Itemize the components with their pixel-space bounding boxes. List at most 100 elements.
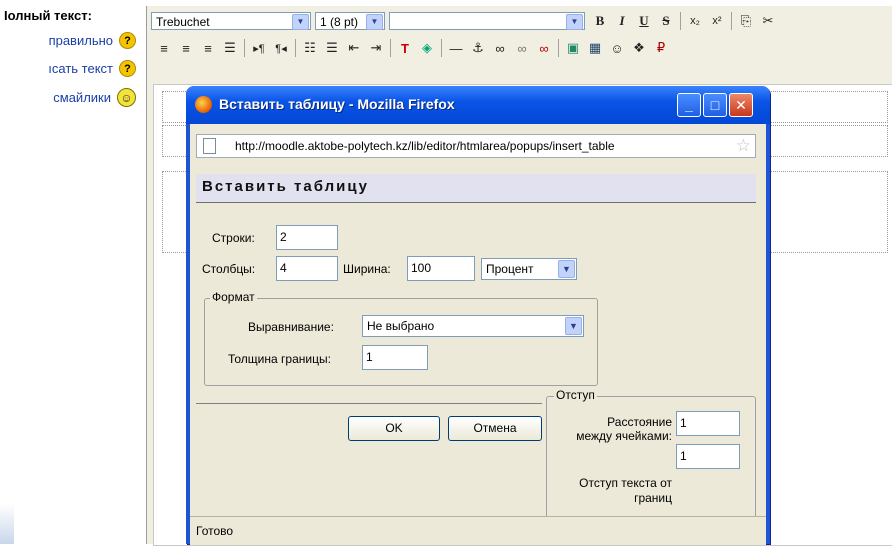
ok-button[interactable]: OK [348,416,440,441]
columns-input[interactable]: 4 [276,256,338,281]
align-right-icon[interactable]: ≡ [197,37,219,59]
close-button[interactable]: ✕ [729,93,753,117]
format-select[interactable]: ▼ [389,12,585,30]
toolbar-separator [680,12,681,30]
editor-toolbar-top: Trebuchet ▼ 1 (8 pt) ▼ ▼ B I U S x₂ x² ⎘… [147,8,892,34]
image-icon[interactable]: ▣ [562,37,584,59]
dialog-titlebar[interactable]: Вставить таблицу - Mozilla Firefox _ □ ✕ [186,86,770,124]
help-link-correct[interactable]: правильно ? [49,32,136,49]
page-shadow [0,504,14,544]
help-link-label[interactable]: смайлики [53,90,111,105]
paste-icon[interactable]: ₽ [650,37,672,59]
align-center-icon[interactable]: ≡ [175,37,197,59]
toolbar-separator [390,39,391,57]
help-link-smileys[interactable]: смайлики ☺ [53,88,136,107]
url-text[interactable]: http://moodle.aktobe-polytech.kz/lib/edi… [235,139,615,153]
chevron-down-icon[interactable]: ▼ [292,14,309,30]
border-input[interactable]: 1 [362,345,428,370]
outdent-icon[interactable]: ⇤ [343,37,365,59]
border-label: Толщина границы: [228,352,331,366]
help-panel-title: Iолный текст: [4,8,92,23]
justify-icon[interactable]: ☰ [219,37,241,59]
italic-icon[interactable]: I [611,10,633,32]
page-icon [203,138,216,154]
rtl-icon[interactable]: ¶◂ [270,37,292,59]
dialog-title: Вставить таблицу - Mozilla Firefox [219,96,455,112]
ltr-icon[interactable]: ▸¶ [248,37,270,59]
anchor-icon[interactable]: ⚓ [467,37,489,59]
cellspacing-label: Расстояние между ячейками: [576,415,672,443]
minimize-button[interactable]: _ [677,93,701,117]
columns-value: 4 [280,261,287,275]
maximize-button[interactable]: □ [703,93,727,117]
unlink-icon[interactable]: ∞ [511,37,533,59]
special-char-icon[interactable]: ❖ [628,37,650,59]
dialog-heading: Вставить таблицу [202,178,369,195]
toolbar-separator [731,12,732,30]
editor-toolbar-bottom: ≡ ≡ ≡ ☰ ▸¶ ¶◂ ☷ ☰ ⇤ ⇥ T ◈ — ⚓ ∞ ∞ ∞ ▣ ▦ … [147,35,892,61]
superscript-icon[interactable]: x² [706,10,728,32]
width-label: Ширина: [343,262,391,276]
alignment-value: Не выбрано [367,319,435,333]
width-unit-value: Процент [486,262,534,276]
font-family-select[interactable]: Trebuchet ▼ [151,12,311,30]
width-value: 100 [411,261,432,275]
dialog-heading-bar: Вставить таблицу [196,174,756,203]
subscript-icon[interactable]: x₂ [684,10,706,32]
rows-label: Строки: [212,231,255,245]
cellspacing-value: 1 [680,416,687,430]
rows-value: 2 [280,230,287,244]
chevron-down-icon[interactable]: ▼ [558,260,575,278]
horizontal-rule-icon[interactable]: — [445,37,467,59]
help-link-label[interactable]: ıсать текст [48,61,113,76]
spacing-legend: Отступ [554,388,597,402]
text-color-icon[interactable]: T [394,37,416,59]
indent-icon[interactable]: ⇥ [365,37,387,59]
divider [196,403,542,404]
smiley-icon[interactable]: ☺ [117,88,136,107]
help-link-write-text[interactable]: ıсать текст ? [48,60,136,77]
copy-icon[interactable]: ⎘ [735,10,757,32]
cut-icon[interactable]: ✂ [757,10,779,32]
chevron-down-icon[interactable]: ▼ [565,317,582,335]
ordered-list-icon[interactable]: ☷ [299,37,321,59]
help-link-label[interactable]: правильно [49,33,113,48]
smiley-icon[interactable]: ☺ [606,37,628,59]
insert-table-dialog: Вставить таблицу - Mozilla Firefox _ □ ✕… [186,86,770,545]
cellspacing-input[interactable]: 1 [676,411,740,436]
border-value: 1 [366,350,373,364]
underline-icon[interactable]: U [633,10,655,32]
unordered-list-icon[interactable]: ☰ [321,37,343,59]
bold-icon[interactable]: B [589,10,611,32]
columns-label: Столбцы: [202,262,256,276]
strikethrough-icon[interactable]: S [655,10,677,32]
question-icon[interactable]: ? [119,60,136,77]
status-text: Готово [196,524,234,538]
cellpadding-input[interactable]: 1 [676,444,740,469]
background-color-icon[interactable]: ◈ [416,37,438,59]
toolbar-separator [244,39,245,57]
link-icon[interactable]: ∞ [489,37,511,59]
width-input[interactable]: 100 [407,256,475,281]
chevron-down-icon[interactable]: ▼ [566,14,583,30]
alignment-select[interactable]: Не выбрано ▼ [362,315,584,337]
alignment-label: Выравнивание: [248,320,334,334]
rows-input[interactable]: 2 [276,225,338,250]
table-icon[interactable]: ▦ [584,37,606,59]
cancel-button[interactable]: Отмена [448,416,542,441]
url-bar[interactable]: http://moodle.aktobe-polytech.kz/lib/edi… [196,134,756,158]
toolbar-separator [558,39,559,57]
format-fieldset [204,298,598,386]
width-unit-select[interactable]: Процент ▼ [481,258,577,280]
dialog-client-area: http://moodle.aktobe-polytech.kz/lib/edi… [190,124,766,545]
chevron-down-icon[interactable]: ▼ [366,14,383,30]
status-bar: Готово [190,516,766,545]
nolink-icon[interactable]: ∞ [533,37,555,59]
star-icon[interactable]: ☆ [736,136,751,156]
align-left-icon[interactable]: ≡ [153,37,175,59]
font-size-value: 1 (8 pt) [320,15,359,29]
toolbar-separator [295,39,296,57]
font-size-select[interactable]: 1 (8 pt) ▼ [315,12,385,30]
question-icon[interactable]: ? [119,32,136,49]
firefox-icon [195,96,212,113]
